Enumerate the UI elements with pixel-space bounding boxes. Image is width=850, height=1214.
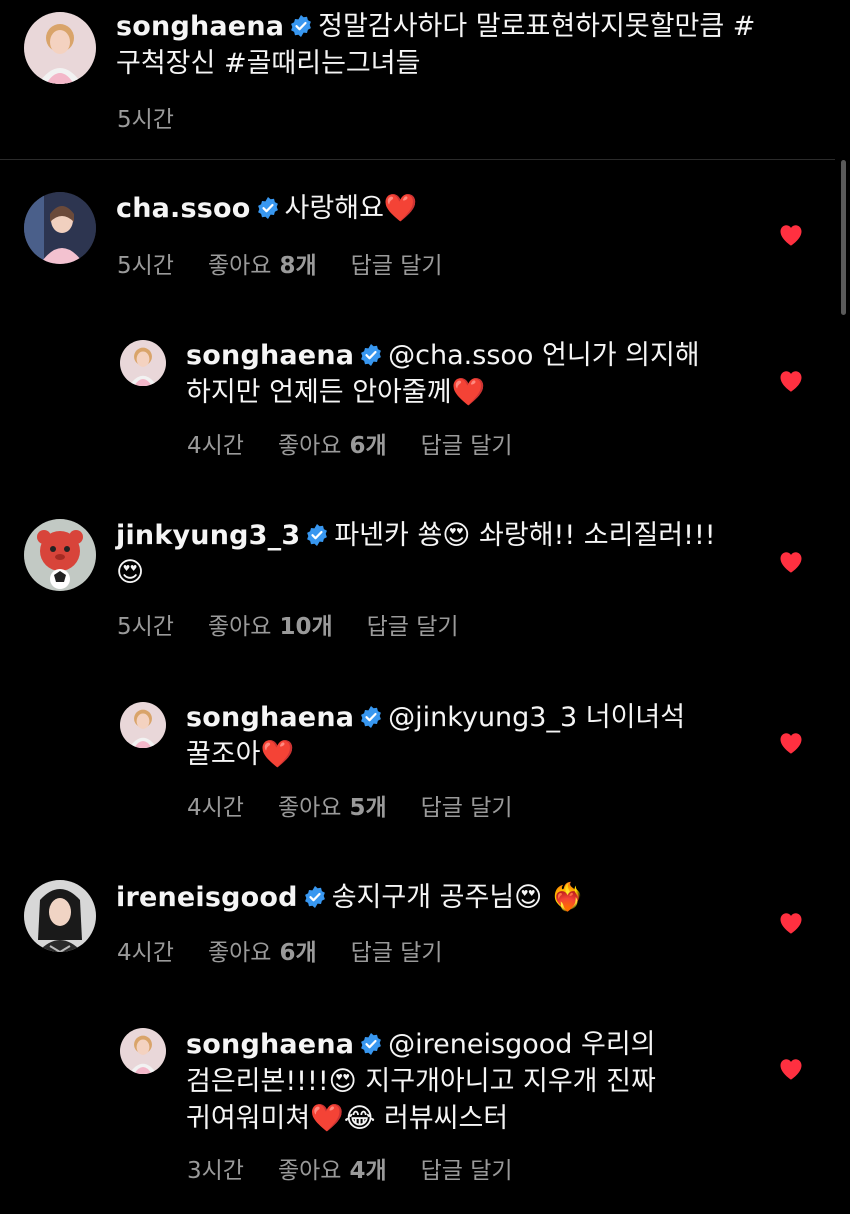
verified-badge-icon xyxy=(303,885,327,909)
comment-text: 사랑해요❤️ xyxy=(284,193,418,224)
avatar[interactable] xyxy=(24,880,96,952)
avatar[interactable] xyxy=(24,192,96,264)
avatar[interactable] xyxy=(120,340,166,386)
likes-label: 좋아요 xyxy=(277,1158,342,1184)
likes-count[interactable]: 좋아요 8개 xyxy=(208,253,317,279)
comment-text-block: jinkyung3_3 파넨카 쑝😍 솨랑해!! 소리질러!!!😍 xyxy=(116,517,716,591)
reply-button[interactable]: 답글 달기 xyxy=(421,1158,513,1184)
heart-icon[interactable] xyxy=(777,221,805,247)
avatar[interactable] xyxy=(120,1028,166,1074)
likes-label: 좋아요 xyxy=(277,433,342,459)
timestamp: 5시간 xyxy=(117,614,174,640)
likes-count[interactable]: 좋아요 6개 xyxy=(208,940,317,966)
likes-label: 좋아요 xyxy=(207,253,272,279)
likes-number: 4개 xyxy=(349,1158,387,1184)
reply-button[interactable]: 답글 달기 xyxy=(421,795,513,821)
verified-badge-icon xyxy=(305,523,329,547)
timestamp: 4시간 xyxy=(187,795,244,821)
verified-badge-icon xyxy=(359,705,383,729)
comment-text-block: songhaena @jinkyung3_3 너이녀석 꿀조아❤️ xyxy=(186,699,746,773)
avatar[interactable] xyxy=(24,519,96,591)
heart-icon[interactable] xyxy=(777,729,805,755)
avatar[interactable] xyxy=(24,12,96,84)
comment-meta: 5시간 xyxy=(117,100,208,134)
username[interactable]: songhaena xyxy=(116,11,284,42)
username[interactable]: jinkyung3_3 xyxy=(116,520,300,551)
reply-button[interactable]: 답글 달기 xyxy=(421,433,513,459)
heart-icon[interactable] xyxy=(777,1055,805,1081)
divider xyxy=(0,159,835,160)
username[interactable]: cha.ssoo xyxy=(116,193,251,224)
verified-badge-icon xyxy=(359,343,383,367)
likes-count[interactable]: 좋아요 4개 xyxy=(278,1158,387,1184)
comment-text: 송지구개 공주님😍 ❤️‍🔥 xyxy=(331,882,585,913)
heart-icon[interactable] xyxy=(777,909,805,935)
timestamp: 5시간 xyxy=(117,107,174,133)
likes-count[interactable]: 좋아요 6개 xyxy=(278,433,387,459)
comment-text-block: songhaena @cha.ssoo 언니가 의지해 하지만 언제든 안아줄께❤… xyxy=(186,337,746,411)
avatar[interactable] xyxy=(120,702,166,748)
comment-text-block: ireneisgood 송지구개 공주님😍 ❤️‍🔥 xyxy=(116,879,756,916)
username[interactable]: songhaena xyxy=(186,340,354,371)
comment-meta: 4시간 좋아요 5개 답글 달기 xyxy=(187,788,547,822)
heart-icon[interactable] xyxy=(777,367,805,393)
likes-number: 5개 xyxy=(349,795,387,821)
timestamp: 4시간 xyxy=(117,940,174,966)
timestamp: 4시간 xyxy=(187,433,244,459)
reply-button[interactable]: 답글 달기 xyxy=(351,940,443,966)
username[interactable]: ireneisgood xyxy=(116,882,298,913)
likes-number: 10개 xyxy=(279,614,333,640)
comment-meta: 3시간 좋아요 4개 답글 달기 xyxy=(187,1151,547,1185)
heart-icon[interactable] xyxy=(777,548,805,574)
comment-meta: 5시간 좋아요 10개 답글 달기 xyxy=(117,607,493,641)
reply-button[interactable]: 답글 달기 xyxy=(367,614,459,640)
username[interactable]: songhaena xyxy=(186,1029,354,1060)
likes-label: 좋아요 xyxy=(207,940,272,966)
likes-number: 6개 xyxy=(349,433,387,459)
caption-text-block: songhaena 정말감사하다 말로표현하지못할만큼 #구척장신 #골때리는그녀… xyxy=(116,8,816,82)
likes-number: 6개 xyxy=(279,940,317,966)
username[interactable]: songhaena xyxy=(186,702,354,733)
comment-meta: 4시간 좋아요 6개 답글 달기 xyxy=(117,933,477,967)
timestamp: 3시간 xyxy=(187,1158,244,1184)
comment-meta: 4시간 좋아요 6개 답글 달기 xyxy=(187,426,547,460)
verified-badge-icon xyxy=(256,196,280,220)
reply-button[interactable]: 답글 달기 xyxy=(351,253,443,279)
timestamp: 5시간 xyxy=(117,253,174,279)
likes-number: 8개 xyxy=(279,253,317,279)
comment-text-block: songhaena @ireneisgood 우리의 검은리본!!!!😍 지구개아… xyxy=(186,1026,746,1137)
likes-count[interactable]: 좋아요 10개 xyxy=(208,614,333,640)
comment-meta: 5시간 좋아요 8개 답글 달기 xyxy=(117,246,477,280)
comment-text-block: cha.ssoo 사랑해요❤️ xyxy=(116,190,756,227)
scrollbar[interactable] xyxy=(841,160,846,315)
verified-badge-icon xyxy=(359,1032,383,1056)
verified-badge-icon xyxy=(289,14,313,38)
likes-label: 좋아요 xyxy=(277,795,342,821)
likes-count[interactable]: 좋아요 5개 xyxy=(278,795,387,821)
likes-label: 좋아요 xyxy=(207,614,272,640)
